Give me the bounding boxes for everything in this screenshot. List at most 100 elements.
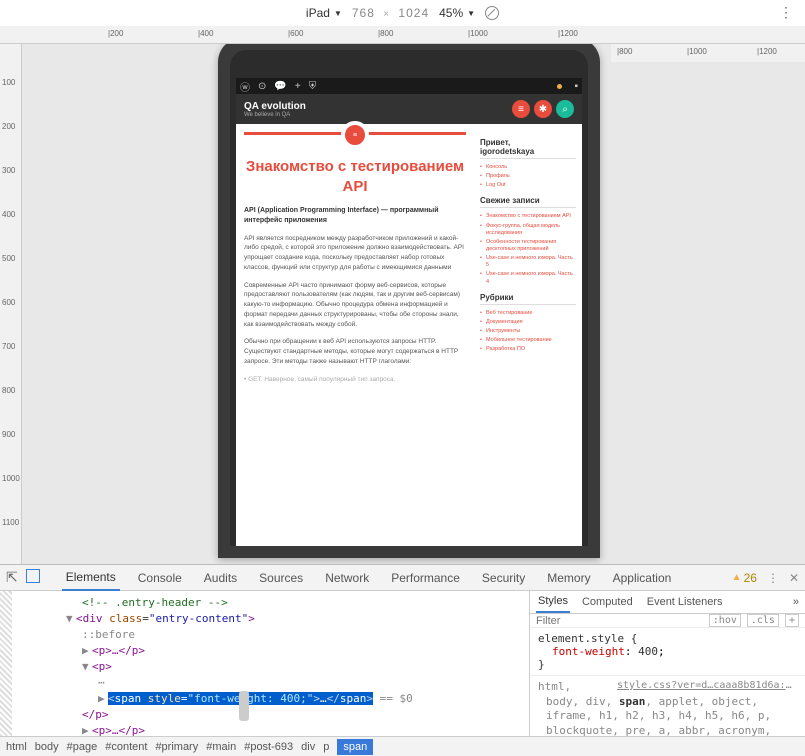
zoom-selector[interactable]: 45% ▼ (439, 6, 475, 20)
device-viewport[interactable]: |800 |1000 |1200 ⓦ ⊙ 💬 + ⛨ ▪ (22, 44, 805, 564)
add-rule-button[interactable]: + (785, 614, 799, 627)
site-tagline: We believe in QA (244, 112, 306, 118)
device-name: iPad (306, 6, 330, 20)
menu-icon[interactable]: ≡ (512, 100, 530, 118)
sidebar-link[interactable]: Знакомство с тестированием API (480, 212, 576, 221)
article-title: Знакомство с тестированием API (244, 157, 466, 196)
breadcrumb-item[interactable]: body (35, 741, 59, 753)
devtools-tabs: ⇱ Elements Console Audits Sources Networ… (0, 565, 805, 591)
article-intro: API (Application Programming Interface) … (244, 206, 466, 226)
dashboard-icon[interactable]: ⊙ (258, 81, 266, 92)
breadcrumb-item[interactable]: html (6, 741, 27, 753)
sidebar-link[interactable]: Веб тестирование (480, 309, 576, 318)
panel-resize-handle[interactable] (239, 691, 249, 721)
sidebar-link[interactable]: Log Out (480, 181, 576, 190)
format-icon: ≡ (341, 121, 369, 149)
tab-memory[interactable]: Memory (543, 566, 594, 590)
user-menu[interactable]: ▪ (574, 81, 578, 92)
sidebar: Привет, igorodetskaya Консоль Профиль Lo… (474, 124, 582, 400)
tab-security[interactable]: Security (478, 566, 529, 590)
sidebar-link[interactable]: Use-case и немного юмора. Часть 5 (480, 254, 576, 270)
horizontal-ruler-right: |800 |1000 |1200 (611, 44, 805, 62)
sidebar-link[interactable]: Профиль (480, 172, 576, 181)
warnings-badge[interactable]: 26 (732, 571, 757, 585)
sidebar-link[interactable]: Документация (480, 318, 576, 327)
sidebar-link[interactable]: Разработка ПО (480, 345, 576, 354)
element-style-block[interactable]: element.style { font-weight: 400; } (530, 628, 805, 676)
wp-admin-bar[interactable]: ⓦ ⊙ 💬 + ⛨ ▪ (236, 78, 582, 94)
breadcrumb-item[interactable]: #main (206, 741, 236, 753)
tab-elements[interactable]: Elements (62, 565, 120, 591)
subtab-computed[interactable]: Computed (580, 592, 635, 612)
sidebar-link[interactable]: Консоль (480, 163, 576, 172)
subtab-event-listeners[interactable]: Event Listeners (645, 592, 725, 612)
breadcrumb-item[interactable]: #page (67, 741, 98, 753)
tab-performance[interactable]: Performance (387, 566, 464, 590)
article-paragraph: Современные API часто принимают форму ве… (244, 281, 466, 330)
expand-caret-icon[interactable]: ▶ (82, 723, 92, 736)
more-tabs-icon[interactable]: » (793, 596, 799, 608)
tab-network[interactable]: Network (321, 566, 373, 590)
notification-dot-icon[interactable] (557, 84, 562, 89)
breadcrumb-item[interactable]: p (323, 741, 329, 753)
expand-caret-icon[interactable]: ▼ (66, 611, 76, 627)
inspect-icon[interactable]: ⇱ (6, 569, 18, 586)
wp-logo-icon[interactable]: ⓦ (240, 79, 250, 94)
breadcrumb-item[interactable]: #post-693 (244, 741, 293, 753)
gear-icon[interactable]: ✱ (534, 100, 552, 118)
sidebar-link[interactable]: Мобильное тестирование (480, 336, 576, 345)
expand-caret-icon[interactable]: ▶ (82, 643, 92, 659)
device-dimensions[interactable]: 768 × 1024 (352, 6, 429, 20)
sidebar-greeting: Привет, igorodetskaya (480, 138, 576, 159)
sidebar-categories: Веб тестирование Документация Инструмент… (480, 309, 576, 355)
stylesheet-rule-block[interactable]: style.css?ver=d…caaa8b81d6a:23 html, bod… (530, 676, 805, 736)
styles-filter-input[interactable] (536, 615, 636, 627)
sidebar-link[interactable]: Фокус-группа, общая модель исследования (480, 222, 576, 238)
close-icon[interactable]: ✕ (789, 571, 799, 585)
rendered-page[interactable]: ⓦ ⊙ 💬 + ⛨ ▪ QA evolution We believe in Q… (236, 78, 582, 546)
shield-icon[interactable]: ⛨ (309, 81, 317, 92)
kebab-menu-icon[interactable]: ⋮ (767, 571, 779, 585)
device-mode-icon[interactable] (26, 569, 40, 583)
selected-dom-node[interactable]: ▶<span style="font-weight: 400;">…</span… (6, 691, 523, 707)
article-paragraph: • GET. Наверное, самый популярный тип за… (244, 375, 466, 385)
sidebar-link[interactable]: Особенности тестирования десктопных прил… (480, 238, 576, 254)
tab-console[interactable]: Console (134, 566, 186, 590)
sidebar-link[interactable]: Инструменты (480, 327, 576, 336)
dom-gutter (0, 591, 12, 736)
elements-tree[interactable]: <!-- .entry-header --> ▼<div class="entr… (0, 591, 529, 736)
devtools-panel: ⇱ Elements Console Audits Sources Networ… (0, 564, 805, 756)
tab-application[interactable]: Application (609, 566, 676, 590)
site-title[interactable]: QA evolution (244, 101, 306, 112)
chevron-down-icon: ▼ (467, 9, 475, 18)
article-paragraph: Обычно при обращении к веб API использую… (244, 337, 466, 366)
vertical-ruler: 100 200 300 400 500 600 700 800 900 1000… (0, 44, 22, 564)
expand-caret-icon[interactable]: ▼ (82, 659, 92, 675)
horizontal-ruler: |200 |400 |600 |800 |1000 |1200 (0, 26, 805, 44)
cls-toggle[interactable]: .cls (747, 614, 779, 627)
breadcrumb-item[interactable]: div (301, 741, 315, 753)
hov-toggle[interactable]: :hov (709, 614, 741, 627)
subtab-styles[interactable]: Styles (536, 591, 570, 613)
comments-icon[interactable]: 💬 (274, 81, 286, 92)
device-toolbar: iPad ▼ 768 × 1024 45% ▼ ⋮ (0, 0, 805, 26)
add-icon[interactable]: + (295, 81, 301, 92)
sidebar-heading: Свежие записи (480, 196, 576, 208)
breadcrumb-item[interactable]: #primary (155, 741, 198, 753)
breadcrumb-item[interactable]: span (337, 739, 373, 755)
tab-sources[interactable]: Sources (255, 566, 307, 590)
viewport-band: 100 200 300 400 500 600 700 800 900 1000… (0, 44, 805, 564)
search-icon[interactable]: ⌕ (556, 100, 574, 118)
dom-breadcrumb[interactable]: html body #page #content #primary #main … (0, 736, 805, 756)
sidebar-link[interactable]: Use-case и немного юмора. Часть 4 (480, 270, 576, 286)
kebab-menu-icon[interactable]: ⋮ (779, 4, 793, 21)
sidebar-recent-posts: Знакомство с тестированием API Фокус-гру… (480, 212, 576, 286)
expand-caret-icon[interactable]: ▶ (98, 691, 108, 707)
device-selector[interactable]: iPad ▼ (306, 6, 342, 20)
main-content: ≡ Знакомство с тестированием API API (Ap… (236, 124, 474, 400)
rotate-icon[interactable] (485, 6, 499, 20)
zoom-value: 45% (439, 6, 463, 20)
stylesheet-link[interactable]: style.css?ver=d…caaa8b81d6a:23 (617, 680, 797, 691)
tab-audits[interactable]: Audits (200, 566, 241, 590)
breadcrumb-item[interactable]: #content (105, 741, 147, 753)
